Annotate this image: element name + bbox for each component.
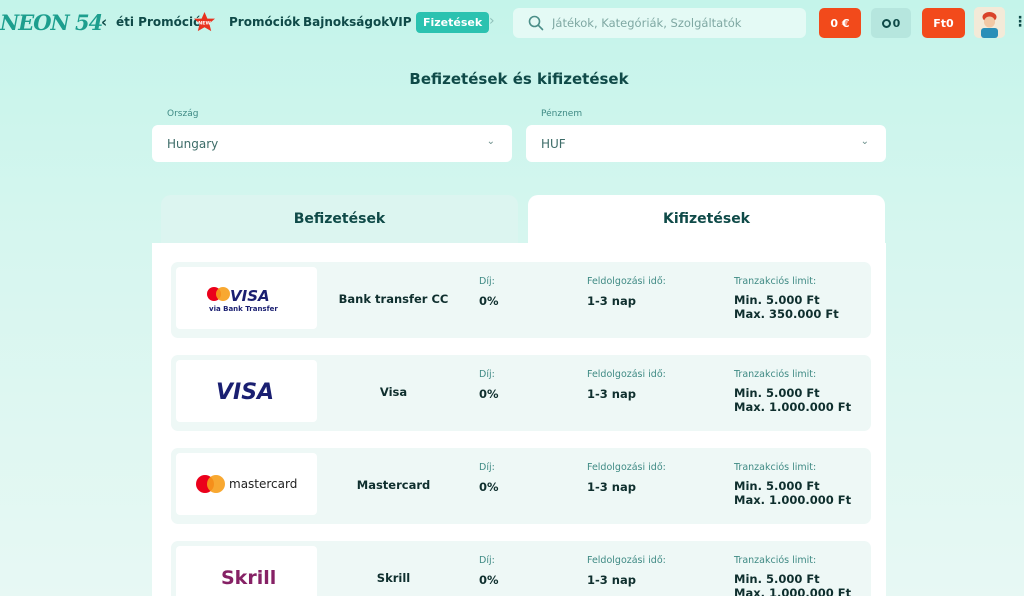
- coins-value: 0: [892, 16, 901, 30]
- logo-mastercard-text: mastercard: [229, 477, 297, 491]
- fee-label: Díj:: [479, 369, 495, 380]
- limit-min: Min. 5.000 Ft: [734, 386, 820, 400]
- search-input[interactable]: [552, 16, 792, 30]
- currency-label: Pénznem: [541, 109, 583, 119]
- limit-label: Tranzakciós limit:: [734, 555, 817, 566]
- method-logo: VISA via Bank Transfer: [176, 267, 317, 329]
- chevron-down-icon: ⌄: [486, 136, 495, 147]
- nav-prev-arrow-icon[interactable]: ‹: [101, 13, 107, 31]
- logo-bank-transfer-text: via Bank Transfer: [209, 305, 278, 313]
- limit-label: Tranzakciós limit:: [734, 369, 817, 380]
- mastercard-visa-bank-transfer-logo-icon: VISA via Bank Transfer: [206, 287, 278, 313]
- fee-label: Díj:: [479, 276, 495, 287]
- mastercard-logo-icon: mastercard: [195, 475, 297, 493]
- limit-min: Min. 5.000 Ft: [734, 293, 820, 307]
- limit-label: Tranzakciós limit:: [734, 276, 817, 287]
- nav-item-payments[interactable]: Fizetések: [416, 12, 490, 33]
- tab-deposits[interactable]: Befizetések: [161, 195, 518, 243]
- processing-value: 1-3 nap: [587, 573, 636, 587]
- chevron-down-icon: ⌄: [860, 136, 869, 147]
- nav-item-promo-partial[interactable]: éti Promóció: [116, 15, 201, 29]
- processing-label: Feldolgozási idő:: [587, 462, 666, 473]
- search-bar[interactable]: [513, 8, 806, 38]
- logo-skrill-text: Skrill: [221, 567, 276, 589]
- limit-min: Min. 5.000 Ft: [734, 572, 820, 586]
- processing-value: 1-3 nap: [587, 480, 636, 494]
- top-header: NEON 54 ‹ éti Promóció NEW Promóciók Baj…: [0, 0, 1024, 46]
- limit-label: Tranzakciós limit:: [734, 462, 817, 473]
- method-name: Visa: [379, 385, 408, 399]
- method-row[interactable]: Skrill Skrill Díj: 0% Feldolgozási idő: …: [171, 541, 871, 596]
- fee-value: 0%: [479, 573, 499, 587]
- search-icon: [528, 15, 544, 31]
- new-badge-icon: NEW: [193, 11, 216, 32]
- method-row[interactable]: mastercard Mastercard Díj: 0% Feldolgozá…: [171, 448, 871, 524]
- limit-max: Max. 350.000 Ft: [734, 307, 839, 321]
- method-row[interactable]: VISA via Bank Transfer Bank transfer CC …: [171, 262, 871, 338]
- fee-value: 0%: [479, 294, 499, 308]
- country-value: Hungary: [167, 136, 219, 151]
- nav-item-tournaments[interactable]: Bajnokságok: [303, 15, 389, 29]
- nav-next-arrow-icon[interactable]: ›: [489, 13, 495, 29]
- fee-value: 0%: [479, 480, 499, 494]
- currency-select[interactable]: HUF ⌄: [526, 125, 886, 162]
- limit-max: Max. 1.000.000 Ft: [734, 586, 852, 596]
- limit-max: Max. 1.000.000 Ft: [734, 493, 852, 507]
- method-name: Mastercard: [356, 478, 431, 492]
- country-select[interactable]: Hungary ⌄: [152, 125, 512, 162]
- avatar[interactable]: [974, 7, 1005, 38]
- processing-label: Feldolgozási idő:: [587, 555, 666, 566]
- balance-button[interactable]: 0 €: [819, 8, 861, 38]
- site-logo[interactable]: NEON 54: [0, 10, 103, 35]
- method-logo: mastercard: [176, 453, 317, 515]
- fee-label: Díj:: [479, 462, 495, 473]
- processing-label: Feldolgozási idő:: [587, 369, 666, 380]
- coin-icon: [881, 18, 891, 28]
- fee-value: 0%: [479, 387, 499, 401]
- processing-label: Feldolgozási idő:: [587, 276, 666, 287]
- processing-value: 1-3 nap: [587, 294, 636, 308]
- avatar-image-icon: [974, 7, 1005, 38]
- method-logo: VISA: [176, 360, 317, 422]
- country-label: Ország: [167, 109, 199, 119]
- limit-min: Min. 5.000 Ft: [734, 479, 820, 493]
- logo-visa-text: VISA: [216, 380, 274, 404]
- nav-item-vip[interactable]: VIP: [389, 15, 412, 29]
- limit-max: Max. 1.000.000 Ft: [734, 400, 852, 414]
- currency-value: HUF: [541, 136, 566, 151]
- method-row[interactable]: VISA Visa Díj: 0% Feldolgozási idő: 1-3 …: [171, 355, 871, 431]
- tab-withdrawals[interactable]: Kifizetések: [528, 195, 885, 243]
- method-logo: Skrill: [176, 546, 317, 596]
- skrill-logo-icon: Skrill: [221, 567, 276, 589]
- new-badge-text: NEW: [198, 20, 211, 26]
- logo-visa-text: VISA: [230, 287, 270, 305]
- method-name: Bank transfer CC: [338, 292, 449, 306]
- deposit-button[interactable]: Ft0: [922, 8, 965, 38]
- method-name: Skrill: [376, 571, 411, 585]
- menu-icon[interactable]: ⋮: [1013, 14, 1024, 30]
- fee-label: Díj:: [479, 555, 495, 566]
- coins-button[interactable]: 0: [871, 8, 911, 38]
- visa-logo-icon: VISA: [216, 380, 274, 404]
- processing-value: 1-3 nap: [587, 387, 636, 401]
- nav-item-promotions[interactable]: Promóciók: [229, 15, 300, 29]
- page-title: Befizetések és kifizetések: [409, 70, 629, 88]
